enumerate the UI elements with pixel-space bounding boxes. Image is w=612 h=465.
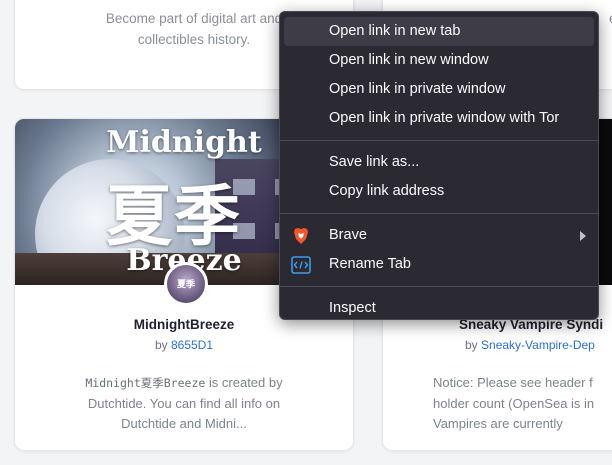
menu-item-copy-link-address[interactable]: Copy link address [284,177,594,206]
menu-item-label: Open link in private window [329,81,506,97]
creator-link[interactable]: 8655D1 [171,338,213,352]
creator-link[interactable]: Sneaky-Vampire-Dep [481,338,595,352]
menu-item-rename-tab[interactable]: Rename Tab [284,250,594,279]
menu-separator [280,213,598,214]
menu-item-label: Inspect [329,300,376,316]
collection-description: Midnight夏季Breeze is created by Dutchtide… [37,373,331,435]
menu-separator [280,140,598,141]
menu-item-open-new-tab[interactable]: Open link in new tab [284,17,594,46]
description-line: Dutchtide. You can find all info on [87,395,281,411]
menu-item-save-link-as[interactable]: Save link as... [284,148,594,177]
collection-description: Notice: Please see header f holder count… [433,373,612,435]
menu-item-label: Open link in new window [329,52,489,68]
description-text: is created by [205,375,283,390]
description-mono-name: Midnight夏季Breeze [85,376,206,390]
menu-item-brave[interactable]: Brave [284,221,594,250]
menu-item-label: Brave [329,227,367,243]
by-label: by [154,338,168,352]
brave-lion-icon [291,226,311,246]
submenu-arrow-icon [580,231,586,241]
menu-item-label: Save link as... [329,154,420,170]
menu-item-label: Open link in new tab [329,23,461,39]
description-line: holder count (OpenSea is in [433,395,595,411]
menu-item-label: Copy link address [329,183,445,199]
description-line: Notice: Please see header f [433,375,593,390]
menu-item-label: Open link in private window with Tor [329,110,560,126]
creator-line: by Sneaky-Vampire-Dep [383,338,612,352]
link-context-menu: Open link in new tab Open link in new wi… [279,11,599,320]
menu-item-open-new-window[interactable]: Open link in new window [284,46,594,75]
menu-separator [280,286,598,287]
description-line: Vampires are currently [433,416,563,431]
by-label: by [465,338,478,352]
menu-item-inspect[interactable]: Inspect [284,294,594,323]
menu-item-open-private-window-tor[interactable]: Open link in private window with Tor [284,104,594,133]
collection-avatar[interactable]: 夏季 [164,262,208,306]
menu-item-label: Rename Tab [329,256,411,272]
menu-item-open-private-window[interactable]: Open link in private window [284,75,594,104]
creator-line: by 8655D1 [15,338,353,352]
description-line: Dutchtide and Midni... [121,416,247,431]
code-tab-icon [291,255,311,275]
